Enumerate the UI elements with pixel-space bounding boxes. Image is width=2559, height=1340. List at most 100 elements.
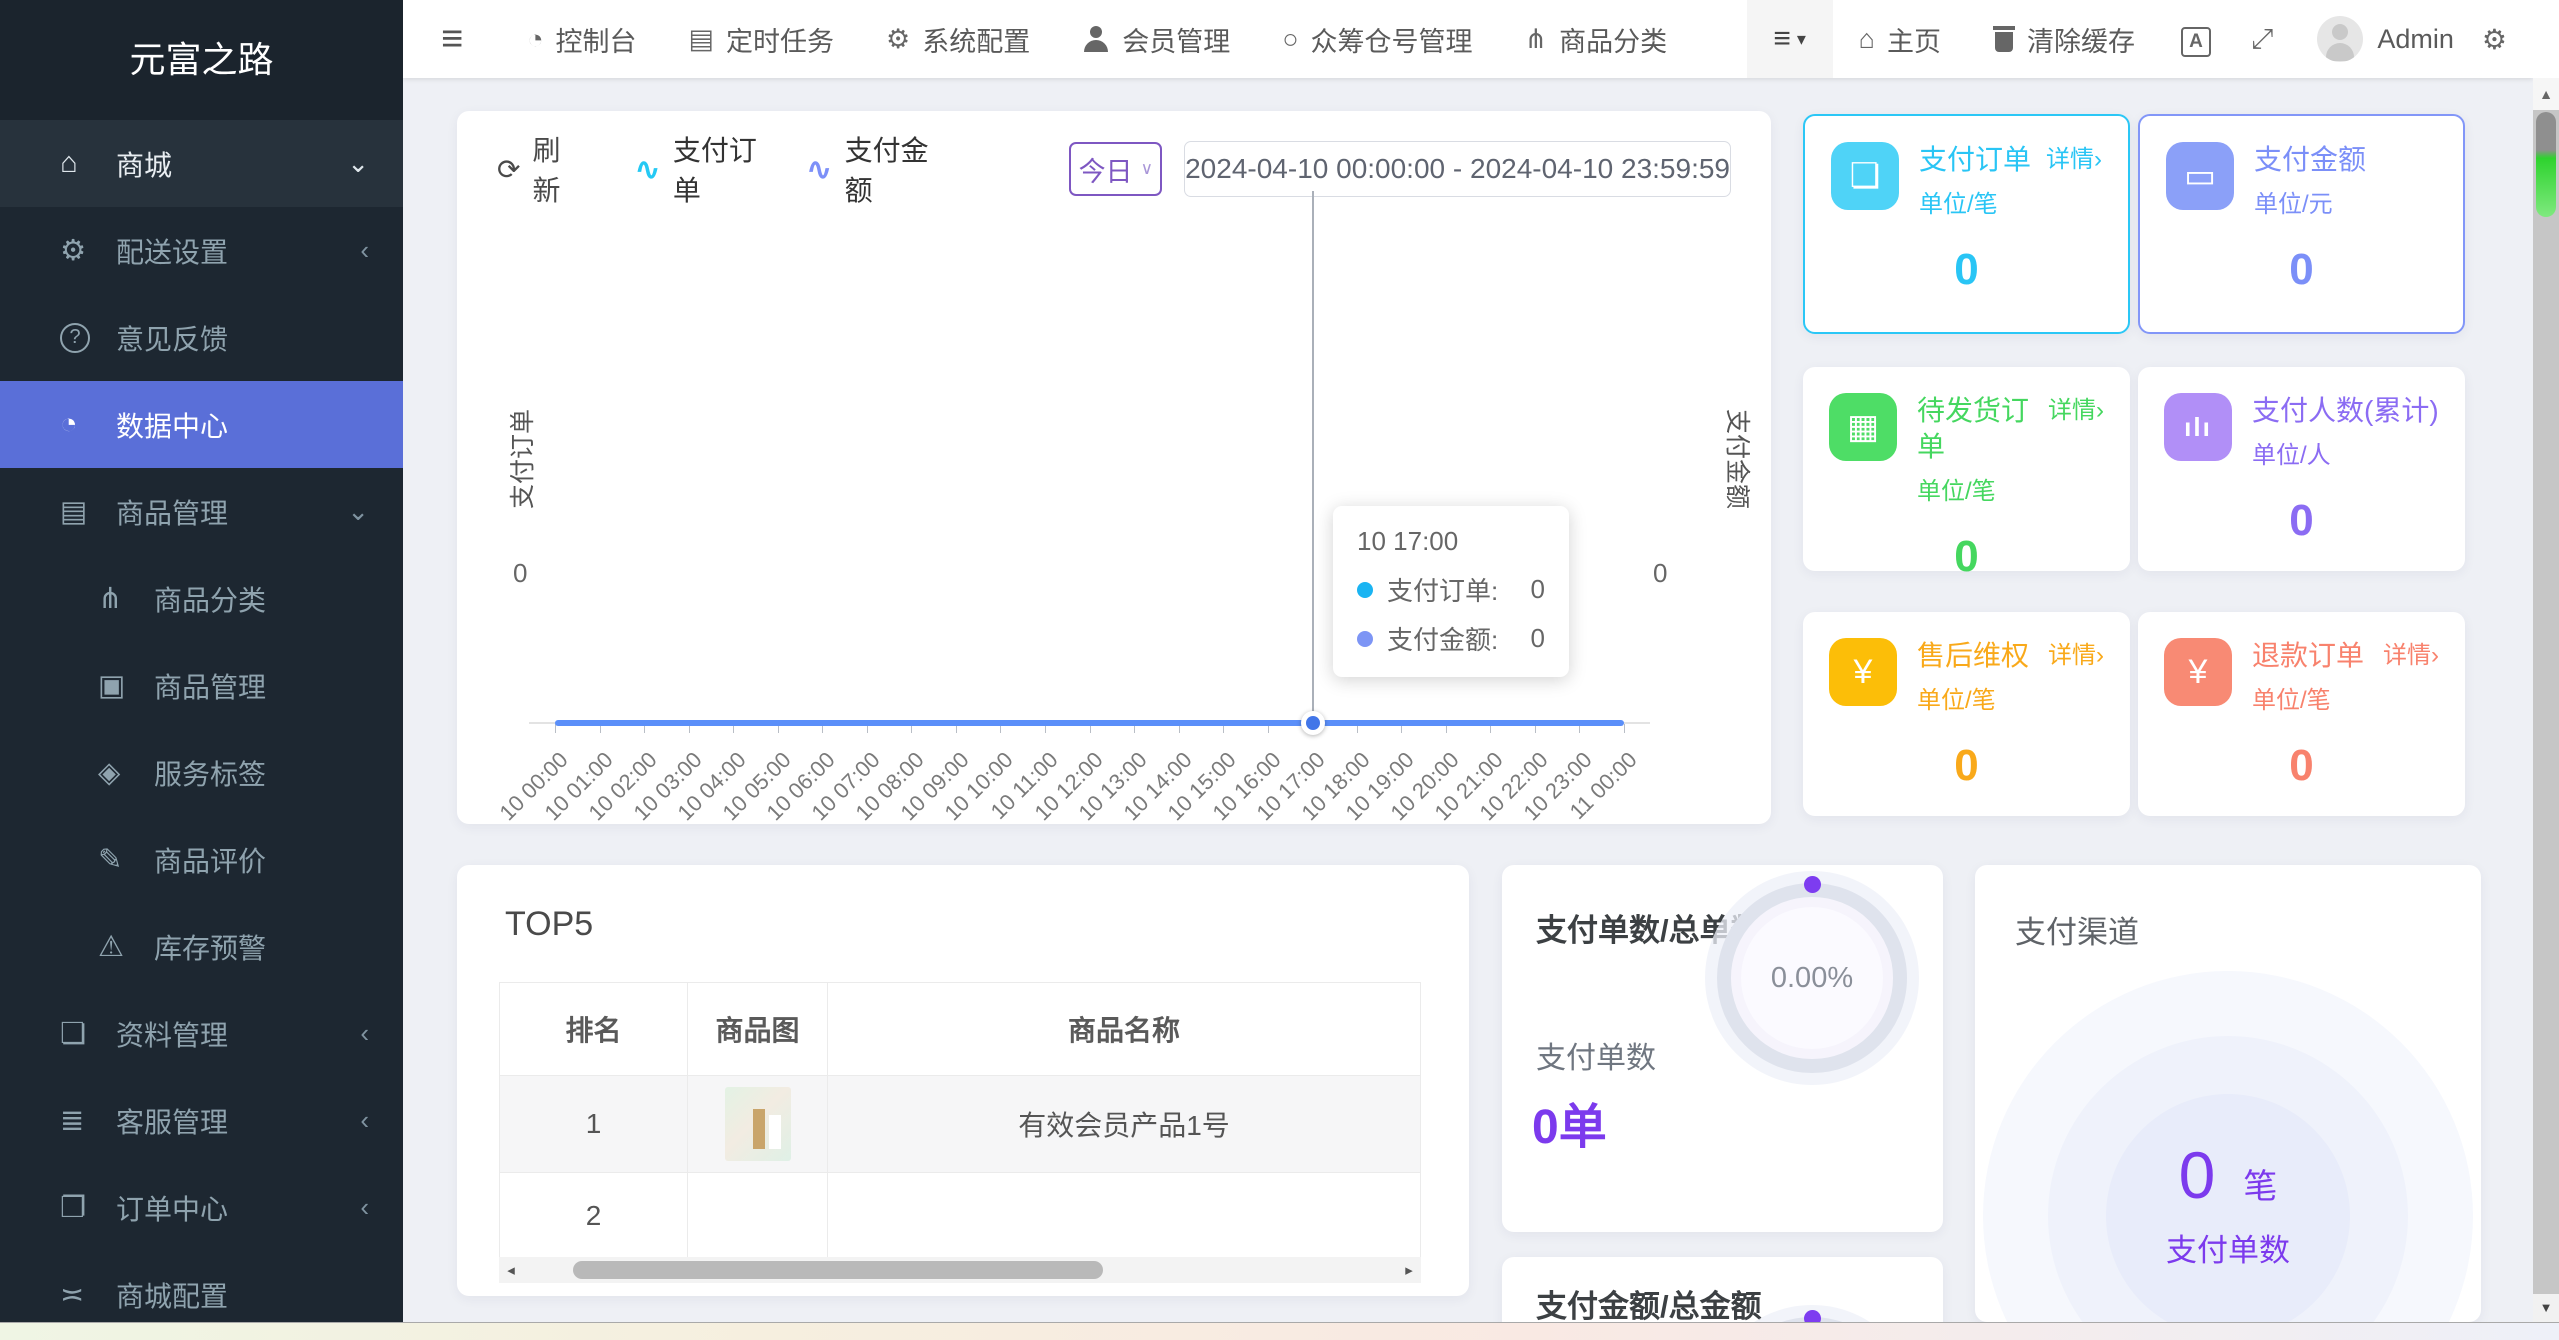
refresh-icon: ⟳	[497, 153, 521, 185]
nav-item-member-management[interactable]: 会员管理	[1082, 20, 1230, 59]
tasks-icon: ▤	[688, 23, 715, 54]
y-tick-left: 0	[513, 558, 528, 588]
app-title: 元富之路	[0, 0, 403, 120]
stat-card-pay-amount[interactable]: ▭ 支付金额 单位/元 0	[2138, 114, 2465, 334]
trash-icon	[1992, 26, 2015, 52]
nav-list-dropdown[interactable]: ≡ ▾	[1746, 0, 1833, 78]
archive-icon: ▤	[60, 496, 88, 528]
sidebar-item-product-reviews[interactable]: ✎ 商品评价	[0, 816, 403, 903]
y-axis-label-right: 支付金额	[1723, 408, 1752, 510]
detail-link[interactable]: 详情›	[2046, 142, 2102, 178]
gears-icon: ⚙	[60, 235, 86, 267]
vertical-scrollbar[interactable]: ▲ ▼	[2533, 0, 2559, 1340]
top5-card: TOP5 排名 商品图 商品名称 1 有效会员产品1号 2 ◂ ▸	[457, 865, 1469, 1296]
sidebar-item-stock-alert[interactable]: ⚠ 库存预警	[0, 903, 403, 990]
scrollbar-thumb[interactable]	[2536, 112, 2556, 217]
avatar[interactable]	[2317, 16, 2364, 62]
sitemap-icon: ⋔	[98, 583, 123, 615]
tooltip-row: 支付订单: 0	[1357, 571, 1545, 608]
tag-icon: ◈	[98, 757, 121, 789]
chevron-left-icon: ‹	[360, 1018, 369, 1048]
scroll-up-icon[interactable]: ▲	[2533, 78, 2559, 110]
progress-ring: 0.00%	[1717, 876, 1907, 1073]
fullscreen-icon[interactable]: ⤢	[2251, 23, 2273, 56]
stat-card-after-sales[interactable]: ¥ 售后维权 详情› 单位/笔 0	[1803, 612, 2130, 816]
sidebar-item-product-management[interactable]: ▤ 商品管理 ⌄	[0, 468, 403, 555]
scroll-right-icon[interactable]: ▸	[1397, 1261, 1421, 1279]
horizontal-scrollbar[interactable]: ◂ ▸	[499, 1257, 1421, 1283]
legend-pay-amount[interactable]: ∿ 支付金额	[806, 129, 940, 209]
detail-link[interactable]: 详情›	[2048, 638, 2104, 674]
sidebar-item-customer-service[interactable]: ≣ 客服管理 ‹	[0, 1077, 403, 1164]
scroll-down-icon[interactable]: ▼	[2533, 1294, 2559, 1322]
refund-yen-icon: ¥	[2164, 638, 2232, 706]
chevron-left-icon: ‹	[360, 1192, 369, 1222]
sidebar-item-service-tags[interactable]: ◈ 服务标签	[0, 729, 403, 816]
settings-gears-icon[interactable]: ⚙	[2482, 23, 2507, 56]
bar-chart-icon: ılı	[2164, 393, 2232, 461]
home-icon: ⌂	[60, 147, 78, 179]
circle-icon: ○	[1282, 23, 1299, 54]
data-line-zero	[555, 720, 1624, 726]
nav-item-crowdfunding-management[interactable]: ○ 众筹仓号管理	[1282, 20, 1472, 59]
caret-down-icon: ▾	[1796, 28, 1806, 49]
stat-value: 0	[2289, 496, 2314, 545]
package-icon: ▦	[1829, 393, 1897, 461]
date-range-input[interactable]: 2024-04-10 00:00:00 - 2024-04-10 23:59:5…	[1184, 141, 1731, 197]
nav-item-clear-cache[interactable]: 清除缓存	[1992, 20, 2135, 59]
sidebar-item-order-center[interactable]: ❐ 订单中心 ‹	[0, 1164, 403, 1251]
table-row[interactable]: 1 有效会员产品1号	[500, 1076, 1420, 1173]
sidebar-item-delivery-settings[interactable]: ⚙ 配送设置 ‹	[0, 207, 403, 294]
nav-item-system-config[interactable]: ⚙ 系统配置	[886, 20, 1030, 59]
invoice-icon: ❏	[1831, 142, 1899, 210]
sidebar-toggle-icon[interactable]: ≡	[403, 18, 501, 61]
stat-card-pending-shipment[interactable]: ▦ 待发货订单 详情› 单位/笔 0	[1803, 367, 2130, 581]
stat-card-payers-total[interactable]: ılı 支付人数(累计) 单位/人 0	[2138, 367, 2465, 571]
sidebar: 元富之路 ⌂ 商城 ⌄ ⚙ 配送设置 ‹ ? 意见反馈 ◔ 数据中心 ▤ 商品管…	[0, 0, 403, 1340]
refresh-button[interactable]: ⟳ 刷新	[497, 129, 578, 209]
period-select[interactable]: 今日 ∨	[1069, 142, 1163, 196]
wallet-icon: ▭	[2166, 142, 2234, 210]
sidebar-item-product-manage[interactable]: ▣ 商品管理	[0, 642, 403, 729]
stat-card-refund-orders[interactable]: ¥ 退款订单 详情› 单位/笔 0	[2138, 612, 2465, 816]
edit-icon: ✎	[98, 844, 123, 876]
stat-card-pay-orders[interactable]: ❏ 支付订单 详情› 单位/笔 0	[1803, 114, 2130, 334]
ring-percent: 0.00%	[1770, 961, 1854, 994]
file-icon: ❐	[60, 1192, 86, 1224]
sidebar-item-feedback[interactable]: ? 意见反馈	[0, 294, 403, 381]
scrollbar-thumb[interactable]	[573, 1261, 1103, 1279]
list-icon: ≡	[1773, 22, 1791, 55]
nav-item-scheduled-tasks[interactable]: ▤ 定时任务	[689, 20, 835, 59]
nav-item-product-category[interactable]: ⋔ 商品分类	[1525, 20, 1668, 59]
bottom-window-edge	[0, 1322, 2559, 1340]
wave-icon: ∿	[805, 151, 833, 187]
sidebar-item-data-center[interactable]: ◔ 数据中心	[0, 381, 403, 468]
nav-item-console[interactable]: ◔ 控制台	[527, 20, 636, 59]
detail-link[interactable]: 详情›	[2383, 638, 2439, 674]
series-dot-icon	[1357, 630, 1373, 647]
translate-icon[interactable]: A	[2180, 22, 2211, 57]
gauge-icon: ◔	[527, 23, 544, 54]
sidebar-item-mall[interactable]: ⌂ 商城 ⌄	[0, 120, 403, 207]
chart-tooltip: 10 17:00 支付订单: 0 支付金额: 0	[1333, 506, 1569, 677]
sliders-icon: ≍	[60, 1279, 85, 1311]
chart-header: ⟳ 刷新 ∿ 支付订单 ∿ 支付金额 今日 ∨ 2024-04-10 00:00…	[497, 135, 1731, 206]
detail-link[interactable]: 详情›	[2048, 393, 2104, 465]
y-tick-right: 0	[1653, 558, 1668, 588]
list-icon: ≣	[60, 1105, 85, 1137]
hover-crosshair-line	[1312, 191, 1315, 723]
legend-pay-orders[interactable]: ∿ 支付订单	[634, 129, 768, 209]
sitemap-icon: ⋔	[1524, 23, 1548, 54]
main-content: ⟳ 刷新 ∿ 支付订单 ∿ 支付金额 今日 ∨ 2024-04-10 00:00…	[403, 78, 2533, 1340]
chevron-down-icon: ⌄	[347, 148, 369, 178]
series-dot-icon	[1357, 581, 1373, 598]
username[interactable]: Admin	[2377, 24, 2454, 55]
scroll-left-icon[interactable]: ◂	[499, 1261, 523, 1279]
pay-orders-count: 0单	[1532, 1101, 1607, 1154]
sidebar-item-product-category[interactable]: ⋔ 商品分类	[0, 555, 403, 642]
chevron-left-icon: ‹	[360, 1105, 369, 1135]
nav-item-homepage[interactable]: ⌂ 主页	[1859, 20, 1941, 59]
sidebar-item-material-management[interactable]: ❏ 资料管理 ‹	[0, 990, 403, 1077]
channel-value: 0笔	[2178, 1138, 2278, 1212]
table-row[interactable]: 2	[500, 1173, 1420, 1259]
